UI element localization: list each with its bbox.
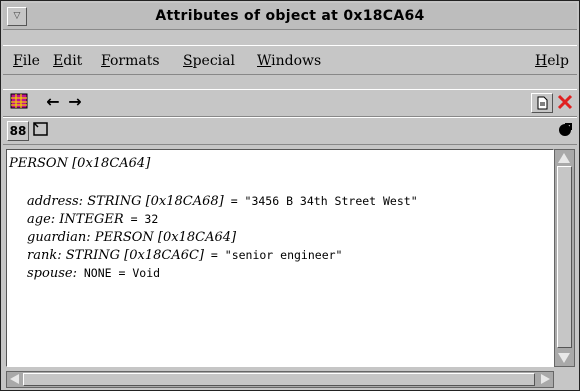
- menu-edit[interactable]: Edit: [53, 53, 82, 69]
- menu-bar: File Edit Formats Special Windows Help: [3, 45, 577, 75]
- format-icon[interactable]: 88: [7, 121, 29, 141]
- navigation-toolbar: ← →: [3, 89, 577, 117]
- menu-file[interactable]: File: [13, 53, 40, 69]
- attributes-view[interactable]: PERSON [0x18CA64] address: STRING [0x18C…: [6, 149, 554, 367]
- vertical-scrollbar[interactable]: [554, 149, 575, 367]
- scroll-right-arrow-icon[interactable]: [541, 374, 550, 384]
- document-icon[interactable]: [531, 93, 553, 113]
- scroll-up-arrow-icon[interactable]: [558, 153, 570, 163]
- menu-help[interactable]: Help: [535, 53, 569, 69]
- attribute-row-age[interactable]: age: INTEGER = 32: [27, 212, 158, 227]
- forward-arrow-icon[interactable]: →: [65, 93, 85, 111]
- attribute-row-guardian[interactable]: guardian: PERSON [0x18CA64]: [27, 230, 236, 245]
- attributes-window: ▽ Attributes of object at 0x18CA64 File …: [0, 0, 580, 391]
- horizontal-scrollbar[interactable]: [6, 371, 554, 388]
- frame-icon[interactable]: [31, 121, 51, 139]
- title-bar[interactable]: ▽ Attributes of object at 0x18CA64: [3, 3, 577, 30]
- format-toolbar: 88: [3, 117, 577, 145]
- scroll-left-arrow-icon[interactable]: [10, 374, 19, 384]
- attribute-row-spouse[interactable]: spouse: NONE = Void: [27, 266, 160, 281]
- globe-icon[interactable]: [555, 121, 575, 139]
- close-x-icon[interactable]: [555, 93, 575, 111]
- scroll-down-arrow-icon[interactable]: [558, 353, 570, 363]
- menu-windows[interactable]: Windows: [257, 53, 321, 69]
- menu-special[interactable]: Special: [183, 53, 235, 69]
- hscroll-thumb[interactable]: [23, 373, 535, 386]
- attribute-row-rank[interactable]: rank: STRING [0x18CA6C] = "senior engine…: [27, 248, 342, 263]
- window-title: Attributes of object at 0x18CA64: [155, 8, 425, 24]
- object-header: PERSON [0x18CA64]: [9, 156, 151, 171]
- menu-formats[interactable]: Formats: [101, 53, 160, 69]
- grid-icon[interactable]: [9, 93, 29, 111]
- attribute-row-address[interactable]: address: STRING [0x18CA68] = "3456 B 34t…: [27, 194, 418, 209]
- scroll-thumb[interactable]: [557, 166, 572, 348]
- back-arrow-icon[interactable]: ←: [43, 93, 63, 111]
